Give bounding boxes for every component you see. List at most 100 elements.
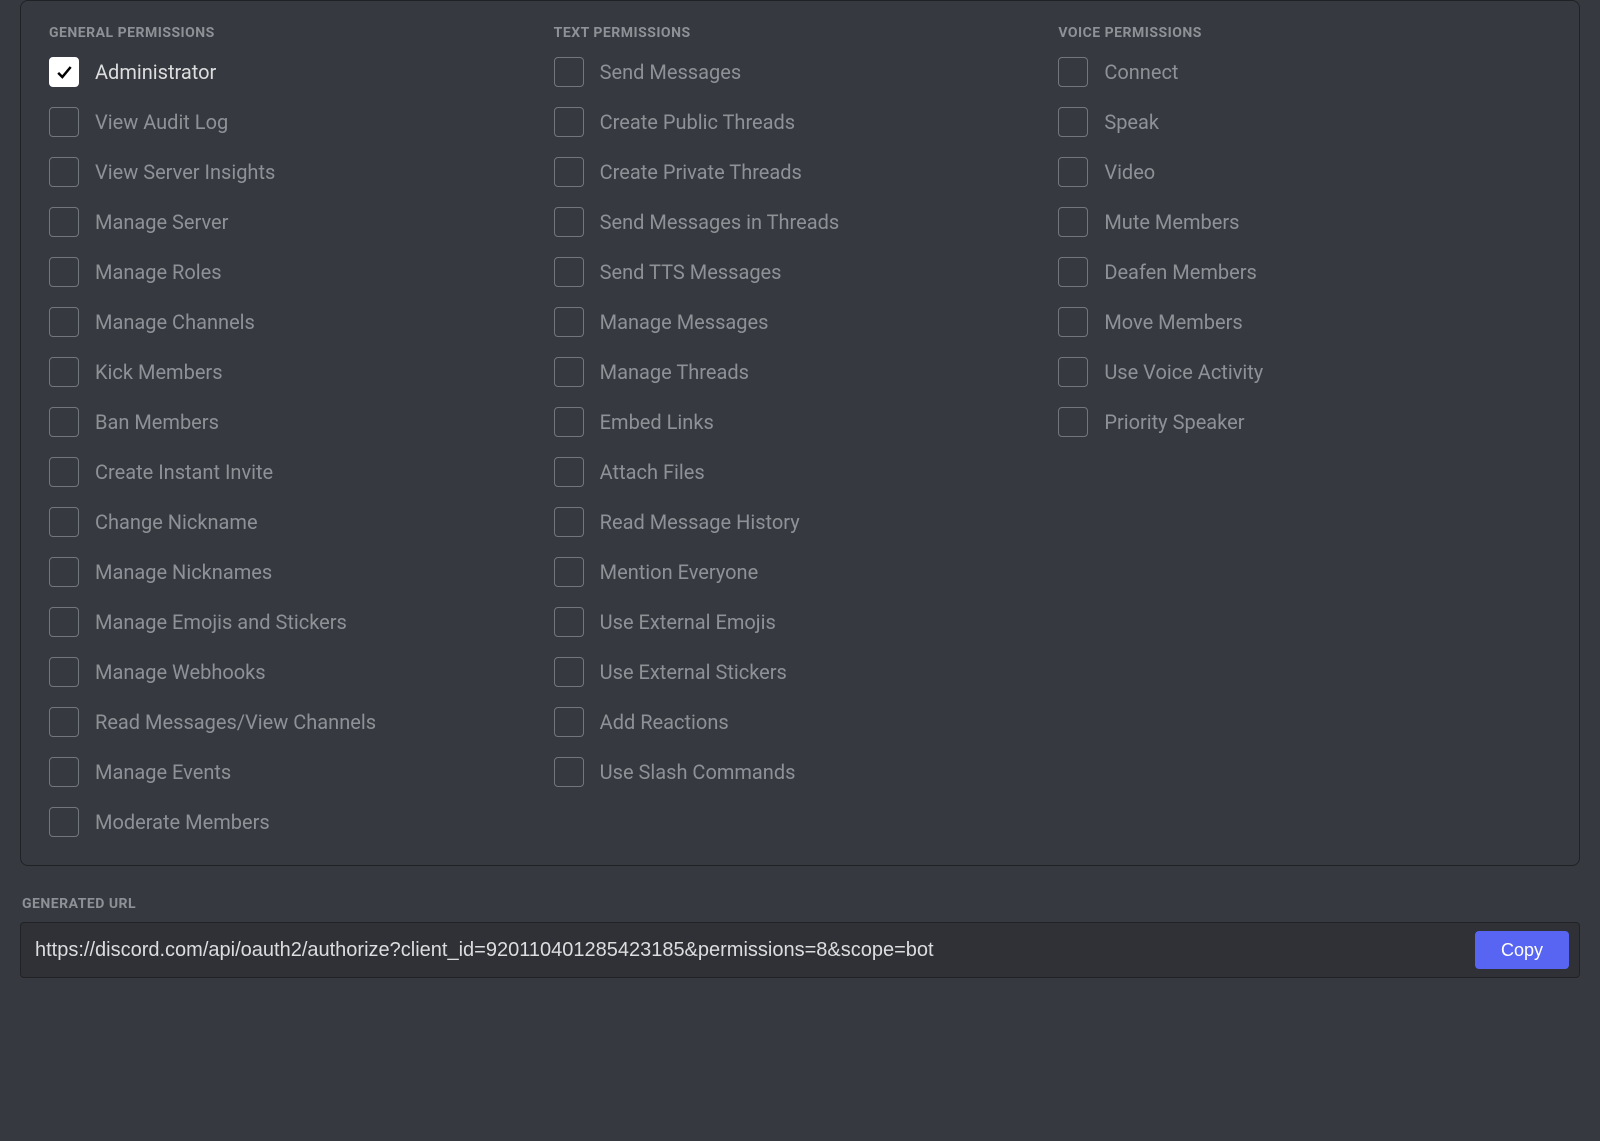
list-text-permissions: Send Messages Create Public Threads Create… bbox=[554, 57, 1047, 787]
permission-checkbox-send-messages[interactable] bbox=[554, 57, 584, 87]
permission-label: View Audit Log bbox=[95, 110, 228, 134]
permission-checkbox-manage-server[interactable] bbox=[49, 207, 79, 237]
permission-checkbox-mention-everyone[interactable] bbox=[554, 557, 584, 587]
permission-item-priority-speaker[interactable]: Priority Speaker bbox=[1058, 407, 1551, 437]
permission-item-create-public-threads[interactable]: Create Public Threads bbox=[554, 107, 1047, 137]
permission-item-administrator[interactable]: Administrator bbox=[49, 57, 542, 87]
permission-label: Use External Stickers bbox=[600, 660, 787, 684]
permission-checkbox-manage-channels[interactable] bbox=[49, 307, 79, 337]
permission-item-view-audit-log[interactable]: View Audit Log bbox=[49, 107, 542, 137]
permission-label: Change Nickname bbox=[95, 510, 258, 534]
permission-item-send-messages[interactable]: Send Messages bbox=[554, 57, 1047, 87]
permission-checkbox-manage-nicknames[interactable] bbox=[49, 557, 79, 587]
permission-item-mention-everyone[interactable]: Mention Everyone bbox=[554, 557, 1047, 587]
permission-checkbox-create-instant-invite[interactable] bbox=[49, 457, 79, 487]
permission-checkbox-create-private-threads[interactable] bbox=[554, 157, 584, 187]
permission-item-use-external-emojis[interactable]: Use External Emojis bbox=[554, 607, 1047, 637]
permission-checkbox-view-audit-log[interactable] bbox=[49, 107, 79, 137]
permission-item-create-instant-invite[interactable]: Create Instant Invite bbox=[49, 457, 542, 487]
permission-checkbox-use-slash-commands[interactable] bbox=[554, 757, 584, 787]
permission-item-manage-channels[interactable]: Manage Channels bbox=[49, 307, 542, 337]
generated-url-label: Generated URL bbox=[20, 896, 1580, 912]
permission-item-connect[interactable]: Connect bbox=[1058, 57, 1551, 87]
permission-checkbox-manage-emojis-and-stickers[interactable] bbox=[49, 607, 79, 637]
permission-checkbox-connect[interactable] bbox=[1058, 57, 1088, 87]
check-icon bbox=[54, 62, 74, 82]
permission-checkbox-manage-webhooks[interactable] bbox=[49, 657, 79, 687]
permission-item-read-messages-view-channels[interactable]: Read Messages/View Channels bbox=[49, 707, 542, 737]
permission-item-ban-members[interactable]: Ban Members bbox=[49, 407, 542, 437]
permission-item-manage-nicknames[interactable]: Manage Nicknames bbox=[49, 557, 542, 587]
permission-item-manage-roles[interactable]: Manage Roles bbox=[49, 257, 542, 287]
permission-item-use-external-stickers[interactable]: Use External Stickers bbox=[554, 657, 1047, 687]
permission-item-use-voice-activity[interactable]: Use Voice Activity bbox=[1058, 357, 1551, 387]
permission-item-read-message-history[interactable]: Read Message History bbox=[554, 507, 1047, 537]
permission-checkbox-moderate-members[interactable] bbox=[49, 807, 79, 837]
permission-item-kick-members[interactable]: Kick Members bbox=[49, 357, 542, 387]
permission-checkbox-manage-events[interactable] bbox=[49, 757, 79, 787]
permission-label: Read Messages/View Channels bbox=[95, 710, 376, 734]
permission-checkbox-video[interactable] bbox=[1058, 157, 1088, 187]
permission-item-send-tts-messages[interactable]: Send TTS Messages bbox=[554, 257, 1047, 287]
permission-checkbox-read-message-history[interactable] bbox=[554, 507, 584, 537]
permission-item-manage-webhooks[interactable]: Manage Webhooks bbox=[49, 657, 542, 687]
permission-checkbox-attach-files[interactable] bbox=[554, 457, 584, 487]
permission-label: Ban Members bbox=[95, 410, 219, 434]
permission-checkbox-send-tts-messages[interactable] bbox=[554, 257, 584, 287]
permission-label: Embed Links bbox=[600, 410, 714, 434]
permission-label: Use Voice Activity bbox=[1104, 360, 1263, 384]
permission-checkbox-mute-members[interactable] bbox=[1058, 207, 1088, 237]
permission-label: Manage Webhooks bbox=[95, 660, 266, 684]
permission-checkbox-manage-roles[interactable] bbox=[49, 257, 79, 287]
permission-label: Kick Members bbox=[95, 360, 223, 384]
permission-item-video[interactable]: Video bbox=[1058, 157, 1551, 187]
permission-checkbox-deafen-members[interactable] bbox=[1058, 257, 1088, 287]
permission-item-change-nickname[interactable]: Change Nickname bbox=[49, 507, 542, 537]
permission-item-manage-events[interactable]: Manage Events bbox=[49, 757, 542, 787]
permission-checkbox-priority-speaker[interactable] bbox=[1058, 407, 1088, 437]
permission-label: Attach Files bbox=[600, 460, 705, 484]
permission-checkbox-read-messages-view-channels[interactable] bbox=[49, 707, 79, 737]
permission-item-create-private-threads[interactable]: Create Private Threads bbox=[554, 157, 1047, 187]
permission-checkbox-send-messages-in-threads[interactable] bbox=[554, 207, 584, 237]
permission-item-use-slash-commands[interactable]: Use Slash Commands bbox=[554, 757, 1047, 787]
permission-checkbox-create-public-threads[interactable] bbox=[554, 107, 584, 137]
list-general-permissions: Administrator View Audit Log View Server I… bbox=[49, 57, 542, 837]
permission-checkbox-speak[interactable] bbox=[1058, 107, 1088, 137]
permission-checkbox-use-external-emojis[interactable] bbox=[554, 607, 584, 637]
permission-checkbox-change-nickname[interactable] bbox=[49, 507, 79, 537]
permission-label: Deafen Members bbox=[1104, 260, 1256, 284]
permission-checkbox-embed-links[interactable] bbox=[554, 407, 584, 437]
permission-checkbox-manage-threads[interactable] bbox=[554, 357, 584, 387]
permission-item-add-reactions[interactable]: Add Reactions bbox=[554, 707, 1047, 737]
permission-label: Add Reactions bbox=[600, 710, 729, 734]
permission-item-move-members[interactable]: Move Members bbox=[1058, 307, 1551, 337]
permission-label: Connect bbox=[1104, 60, 1178, 84]
permission-checkbox-move-members[interactable] bbox=[1058, 307, 1088, 337]
generated-url-input[interactable] bbox=[21, 923, 1467, 977]
permission-item-attach-files[interactable]: Attach Files bbox=[554, 457, 1047, 487]
permission-item-view-server-insights[interactable]: View Server Insights bbox=[49, 157, 542, 187]
permission-item-embed-links[interactable]: Embed Links bbox=[554, 407, 1047, 437]
permission-label: Move Members bbox=[1104, 310, 1242, 334]
permission-item-manage-emojis-and-stickers[interactable]: Manage Emojis and Stickers bbox=[49, 607, 542, 637]
permission-label: Video bbox=[1104, 160, 1155, 184]
permission-checkbox-add-reactions[interactable] bbox=[554, 707, 584, 737]
permission-checkbox-administrator[interactable] bbox=[49, 57, 79, 87]
permission-item-send-messages-in-threads[interactable]: Send Messages in Threads bbox=[554, 207, 1047, 237]
permission-item-moderate-members[interactable]: Moderate Members bbox=[49, 807, 542, 837]
permission-checkbox-view-server-insights[interactable] bbox=[49, 157, 79, 187]
permission-item-deafen-members[interactable]: Deafen Members bbox=[1058, 257, 1551, 287]
permission-checkbox-use-external-stickers[interactable] bbox=[554, 657, 584, 687]
permission-checkbox-manage-messages[interactable] bbox=[554, 307, 584, 337]
permission-checkbox-kick-members[interactable] bbox=[49, 357, 79, 387]
permission-checkbox-ban-members[interactable] bbox=[49, 407, 79, 437]
permission-item-manage-messages[interactable]: Manage Messages bbox=[554, 307, 1047, 337]
permission-item-manage-threads[interactable]: Manage Threads bbox=[554, 357, 1047, 387]
permission-item-speak[interactable]: Speak bbox=[1058, 107, 1551, 137]
permission-item-manage-server[interactable]: Manage Server bbox=[49, 207, 542, 237]
permission-label: Speak bbox=[1104, 110, 1159, 134]
permission-item-mute-members[interactable]: Mute Members bbox=[1058, 207, 1551, 237]
copy-button[interactable]: Copy bbox=[1475, 931, 1569, 969]
permission-checkbox-use-voice-activity[interactable] bbox=[1058, 357, 1088, 387]
